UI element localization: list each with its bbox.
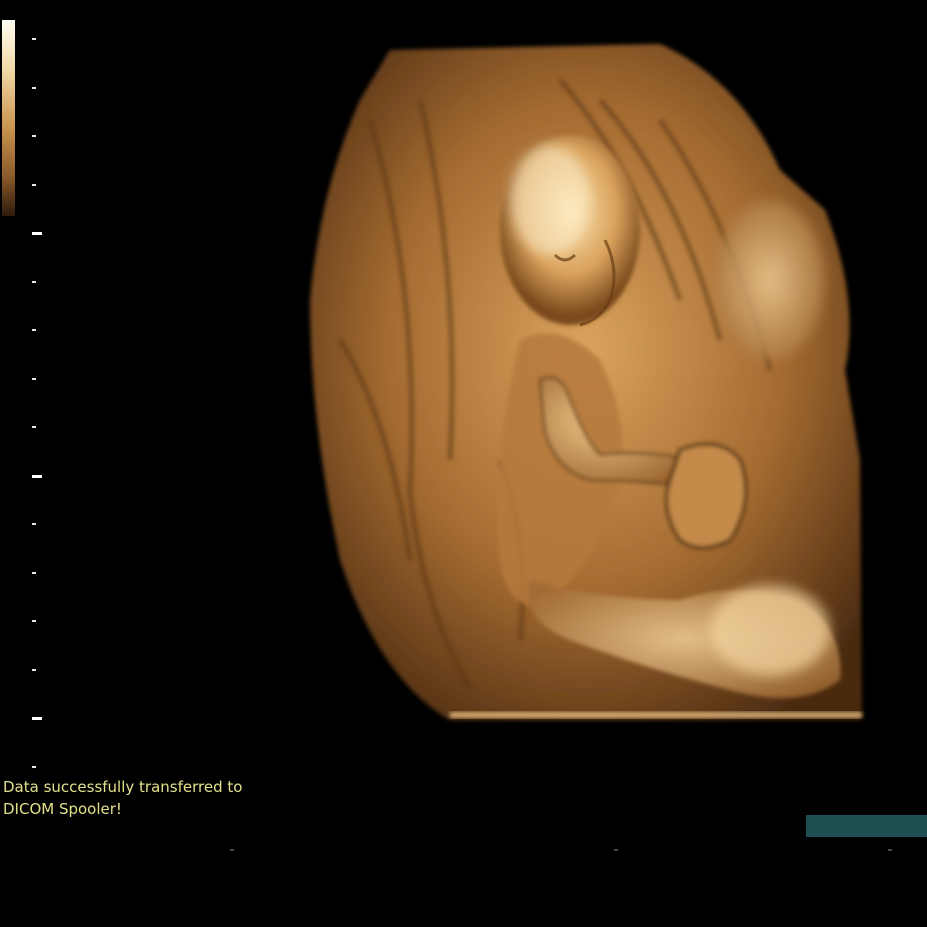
depth-tick-minor [32, 426, 36, 428]
3d-render-volume[interactable] [300, 40, 870, 730]
depth-tick-minor [32, 329, 36, 331]
fetal-hand [665, 442, 748, 549]
depth-tick-minor [32, 766, 36, 768]
depth-tick-minor [32, 620, 36, 622]
depth-tick-major [32, 232, 42, 235]
depth-tick-major [32, 717, 42, 720]
transfer-status-bar [806, 815, 927, 837]
transfer-status-message: Data successfully transferred to DICOM S… [3, 778, 243, 818]
depth-tick-minor [32, 87, 36, 89]
depth-tick-minor [32, 572, 36, 574]
ultrasound-viewport[interactable]: Data successfully transferred to DICOM S… [0, 0, 927, 927]
depth-scale [0, 0, 50, 800]
bottom-marker [230, 849, 234, 851]
depth-tick-minor [32, 523, 36, 525]
fetus-3d-render [310, 44, 862, 720]
lower-tissue-highlight [710, 585, 830, 675]
placenta-lobe [715, 200, 825, 360]
bottom-marker [888, 849, 892, 851]
fetal-forehead-highlight [510, 145, 590, 255]
depth-tick-minor [32, 135, 36, 137]
depth-tick-minor [32, 184, 36, 186]
bottom-marker [614, 849, 618, 851]
depth-tick-minor [32, 378, 36, 380]
volume-bottom-edge [450, 712, 862, 718]
depth-tick-major [32, 475, 42, 478]
depth-tick-minor [32, 38, 36, 40]
depth-tick-minor [32, 281, 36, 283]
depth-tick-minor [32, 669, 36, 671]
